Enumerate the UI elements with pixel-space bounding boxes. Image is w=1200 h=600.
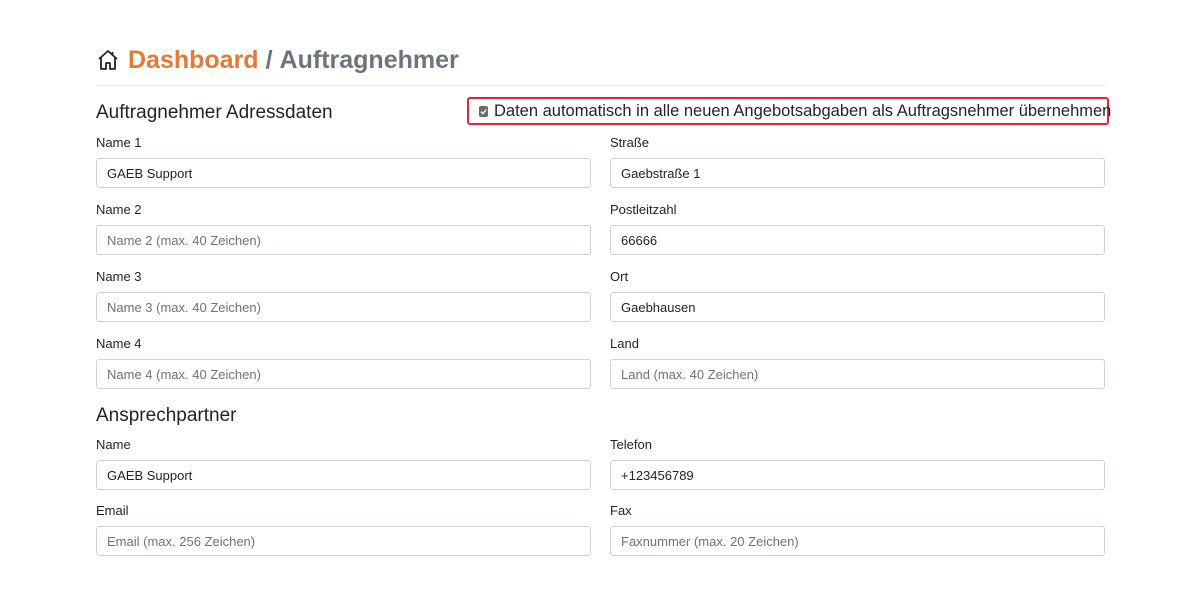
name2-label: Name 2 [96,202,142,217]
name1-group: Name 1 [96,135,591,188]
home-icon[interactable] [96,48,120,72]
email-group: Email [96,503,591,556]
name3-label: Name 3 [96,269,142,284]
breadcrumb-separator: / [265,45,273,74]
city-input[interactable] [610,292,1105,322]
address-section-title: Auftragnehmer Adressdaten [96,102,333,123]
zip-input[interactable] [610,225,1105,255]
contact-section-title: Ansprechpartner [96,405,237,426]
page-title: Auftragnehmer [279,45,459,74]
city-label: Ort [610,269,629,284]
check-icon [480,108,487,115]
contact-name-label: Name [96,437,131,452]
fax-input[interactable] [610,526,1105,556]
zip-label: Postleitzahl [610,202,677,217]
fax-group: Fax [610,503,1105,556]
fax-label: Fax [610,503,632,518]
name4-group: Name 4 [96,336,591,389]
city-group: Ort [610,269,1105,322]
street-input[interactable] [610,158,1105,188]
name4-label: Name 4 [96,336,142,351]
breadcrumb: Dashboard / Auftragnehmer [96,44,459,76]
auto-apply-label: Daten automatisch in alle neuen Angebots… [494,101,1112,120]
name1-label: Name 1 [96,135,142,150]
phone-group: Telefon [610,437,1105,490]
country-group: Land [610,336,1105,389]
name2-input[interactable] [96,225,591,255]
zip-group: Postleitzahl [610,202,1105,255]
auto-apply-checkbox[interactable] [479,105,488,117]
email-label: Email [96,503,129,518]
country-label: Land [610,336,639,351]
name3-input[interactable] [96,292,591,322]
header-divider [96,85,1106,86]
phone-label: Telefon [610,437,652,452]
contact-name-group: Name [96,437,591,490]
contact-name-input[interactable] [96,460,591,490]
street-group: Straße [610,135,1105,188]
country-input[interactable] [610,359,1105,389]
name2-group: Name 2 [96,202,591,255]
phone-input[interactable] [610,460,1105,490]
email-input[interactable] [96,526,591,556]
name4-input[interactable] [96,359,591,389]
name1-input[interactable] [96,158,591,188]
name3-group: Name 3 [96,269,591,322]
breadcrumb-dashboard-link[interactable]: Dashboard [128,46,259,75]
auto-apply-option[interactable]: Daten automatisch in alle neuen Angebots… [467,97,1112,125]
street-label: Straße [610,135,650,150]
